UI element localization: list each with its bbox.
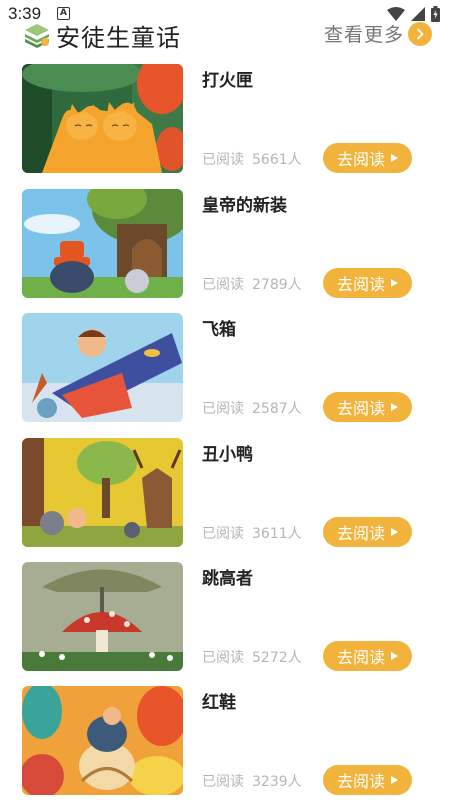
read-count-value: 3611人 (252, 526, 302, 542)
read-count-value: 2587人 (252, 401, 302, 417)
read-button-label: 去阅读 (336, 275, 385, 294)
play-icon (391, 279, 398, 287)
list-item[interactable]: 皇帝的新装 已阅读 2789人 去阅读 (0, 189, 450, 299)
read-button-label: 去阅读 (336, 150, 385, 169)
list-item[interactable]: 丑小鸭 已阅读 3611人 去阅读 (0, 438, 450, 548)
read-count-label: 已阅读 (202, 650, 244, 666)
read-button-label: 去阅读 (336, 772, 385, 791)
read-count-value: 5661人 (252, 152, 302, 168)
page-title: 安徒生童话 (56, 24, 181, 52)
read-button[interactable]: 去阅读 (323, 765, 412, 795)
play-icon (391, 154, 398, 162)
story-title: 跳高者 (202, 569, 253, 589)
view-more-link[interactable]: 查看更多 (324, 20, 432, 47)
read-count-label: 已阅读 (202, 774, 244, 790)
read-count-value: 3239人 (252, 774, 302, 790)
story-cover-image (22, 438, 183, 547)
read-button[interactable]: 去阅读 (323, 392, 412, 422)
story-cover-image (22, 686, 183, 795)
play-icon (391, 528, 398, 536)
play-icon (391, 652, 398, 660)
story-cover-image (22, 189, 183, 298)
story-title: 飞箱 (202, 320, 236, 340)
list-item[interactable]: 飞箱 已阅读 2587人 去阅读 (0, 313, 450, 423)
play-icon (391, 776, 398, 784)
read-count-label: 已阅读 (202, 152, 244, 168)
story-title: 打火匣 (202, 71, 253, 91)
story-title: 皇帝的新装 (202, 196, 287, 216)
read-count: 已阅读 3239人 (202, 771, 310, 791)
books-logo-icon (25, 24, 49, 48)
read-button-label: 去阅读 (336, 524, 385, 543)
read-button[interactable]: 去阅读 (323, 641, 412, 671)
story-title: 红鞋 (202, 693, 236, 713)
play-icon (391, 403, 398, 411)
view-more-label: 查看更多 (323, 24, 404, 46)
list-item[interactable]: 红鞋 已阅读 3239人 去阅读 (0, 686, 450, 796)
read-count-value: 5272人 (252, 650, 302, 666)
read-count: 已阅读 5661人 (202, 149, 310, 169)
story-cover-image (22, 64, 183, 173)
header: 安徒生童话 查看更多 (20, 18, 432, 52)
read-count: 已阅读 3611人 (202, 523, 310, 543)
read-count: 已阅读 5272人 (202, 647, 310, 667)
read-count-label: 已阅读 (202, 277, 244, 293)
story-title: 丑小鸭 (202, 445, 253, 465)
list-item[interactable]: 打火匣 已阅读 5661人 去阅读 (0, 64, 450, 174)
read-count: 已阅读 2587人 (202, 398, 310, 418)
read-button-label: 去阅读 (336, 648, 385, 667)
list-item[interactable]: 跳高者 已阅读 5272人 去阅读 (0, 562, 450, 672)
read-count: 已阅读 2789人 (202, 274, 310, 294)
read-count-label: 已阅读 (202, 526, 244, 542)
read-button-label: 去阅读 (336, 399, 385, 418)
story-cover-image (22, 562, 183, 671)
battery-icon (431, 6, 440, 22)
read-button[interactable]: 去阅读 (323, 517, 412, 547)
read-button[interactable]: 去阅读 (323, 143, 412, 173)
read-button[interactable]: 去阅读 (323, 268, 412, 298)
story-cover-image (22, 313, 183, 422)
chevron-right-icon (408, 21, 432, 46)
read-count-value: 2789人 (252, 277, 302, 293)
read-count-label: 已阅读 (202, 401, 244, 417)
